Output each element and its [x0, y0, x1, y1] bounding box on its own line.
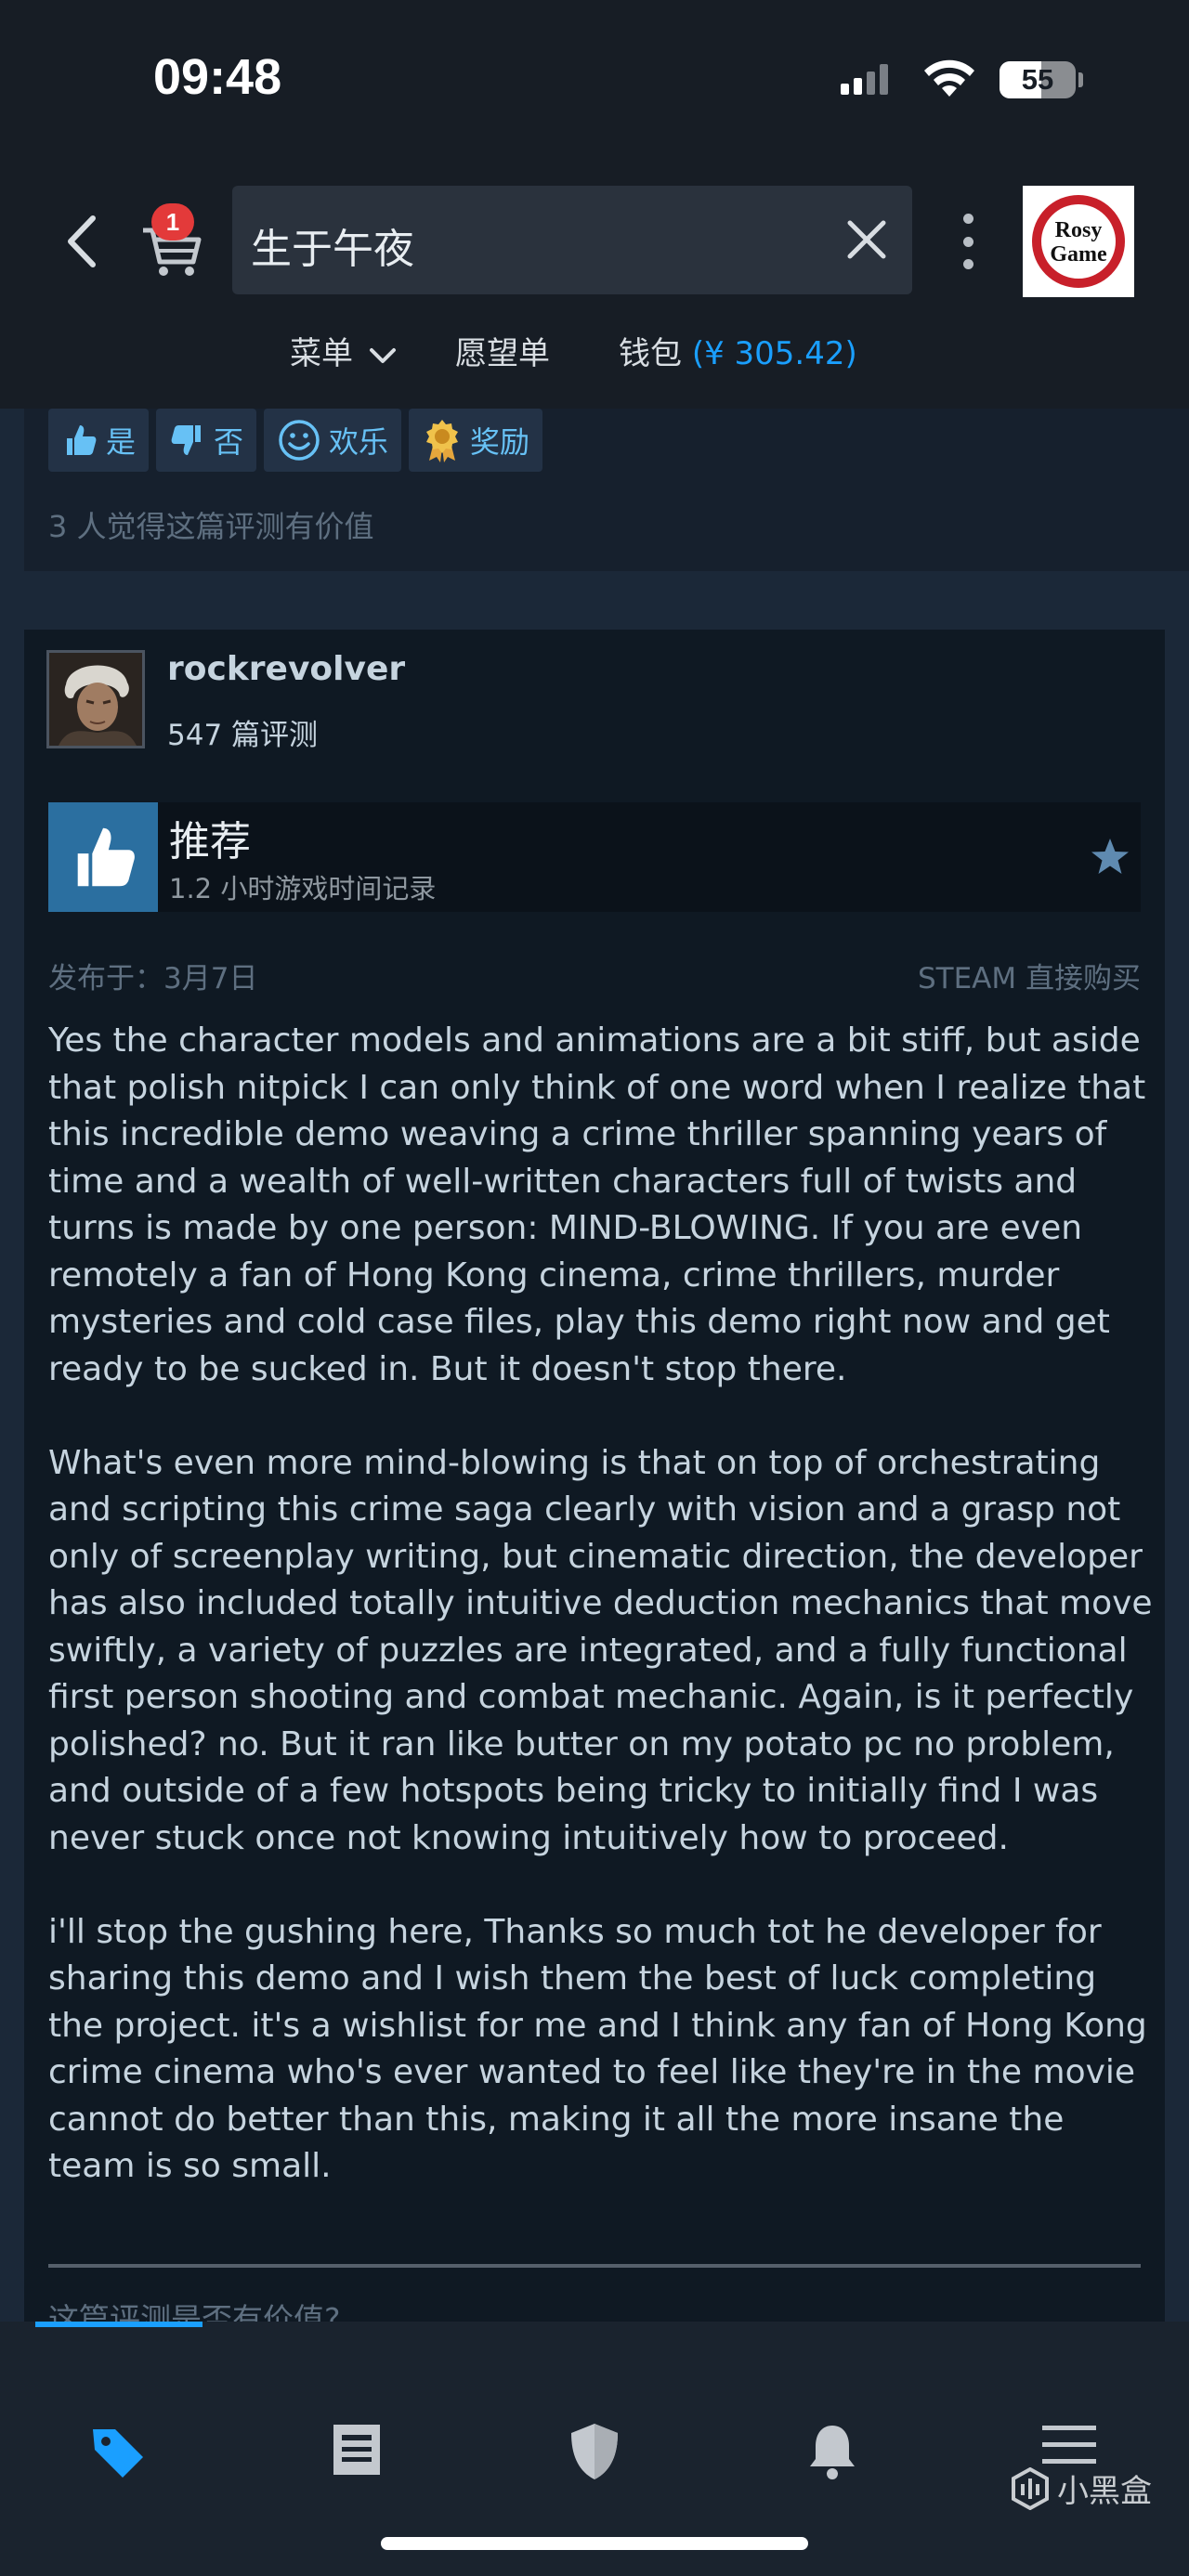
posted-date: 发布于：3月7日 — [48, 962, 258, 995]
battery-cap — [1078, 72, 1083, 87]
wifi-icon — [924, 59, 974, 97]
review-body: Yes the character models and animations … — [48, 1018, 1154, 2237]
shield-icon[interactable] — [568, 2422, 621, 2481]
search-value: 生于午夜 — [251, 226, 414, 273]
review-card: rockrevolver 547 篇评测 推荐 1.2 小时游戏时间记录 发布于… — [24, 630, 1165, 2337]
author-name[interactable]: rockrevolver — [167, 650, 405, 688]
author-review-count: 547 篇评测 — [167, 719, 319, 752]
author-avatar[interactable] — [46, 650, 145, 748]
home-indicator[interactable] — [381, 2537, 808, 2550]
menu-dropdown[interactable]: 菜单 — [290, 328, 397, 373]
wallet-link[interactable]: 钱包 (¥ 305.42) — [619, 328, 857, 373]
battery-level: 55 — [1021, 63, 1054, 96]
wishlist-link[interactable]: 愿望单 — [455, 328, 550, 373]
status-time: 09:48 — [153, 49, 282, 105]
review-paragraph: i'll stop the gushing here, Thanks so mu… — [48, 1912, 1147, 2186]
logo-line-1: Rosy — [1055, 218, 1103, 242]
back-arrow-icon[interactable] — [56, 209, 111, 274]
sub-navigation: 菜单 愿望单 钱包 (¥ 305.42) — [0, 320, 1189, 376]
helpful-count-text: 3 人觉得这篇评测有价值 — [48, 509, 374, 544]
thumbs-up-icon — [67, 425, 97, 455]
thumbs-down-icon — [171, 425, 202, 455]
rate-yes-button[interactable]: 是 — [48, 409, 150, 472]
rate-funny-button[interactable]: 欢乐 — [264, 409, 402, 472]
rate-funny-label: 欢乐 — [329, 424, 389, 460]
thumbs-up-icon — [77, 827, 135, 887]
rate-yes-label: 是 — [106, 424, 137, 460]
award-label: 奖励 — [470, 424, 530, 460]
battery-icon: 55 — [1000, 61, 1076, 98]
review-paragraph: What's even more mind-blowing is that on… — [48, 1443, 1153, 1857]
more-options-icon[interactable] — [957, 214, 979, 269]
close-icon[interactable] — [841, 214, 893, 266]
purchase-source: STEAM 直接购买 — [917, 962, 1141, 995]
wallet-label: 钱包 — [619, 335, 682, 372]
bell-icon[interactable] — [806, 2422, 858, 2481]
watermark: 小黑盒 — [1011, 2465, 1152, 2511]
status-bar: 09:48 55 — [0, 0, 1189, 163]
recommended-badge — [48, 802, 158, 912]
award-button[interactable]: 奖励 — [409, 409, 543, 472]
playtime-hours: 1.2 小时游戏时间记录 — [169, 873, 437, 904]
smiley-icon — [279, 420, 320, 461]
menu-icon[interactable] — [1040, 2422, 1098, 2468]
review-verdict: 推荐 1.2 小时游戏时间记录 — [48, 802, 1141, 912]
search-input[interactable]: 生于午夜 — [232, 186, 912, 294]
xiaoheihe-logo-icon — [1012, 2466, 1049, 2510]
wallet-balance: (¥ 305.42) — [691, 335, 857, 372]
chevron-down-icon — [369, 347, 396, 363]
star-icon — [1091, 839, 1129, 874]
cellular-signal-icon — [841, 63, 888, 95]
app-header: 1 生于午夜 Rosy Game 菜单 愿望单 钱包 (¥ 305.42) — [0, 163, 1189, 409]
review-rating-buttons: 是 否 欢乐 奖励 — [48, 409, 543, 472]
logo-line-2: Game — [1050, 242, 1107, 267]
review-paragraph: Yes the character models and animations … — [48, 1021, 1146, 1388]
rosy-game-logo: Rosy Game — [1032, 195, 1125, 288]
user-avatar[interactable]: Rosy Game — [1023, 186, 1134, 297]
rate-no-label: 否 — [214, 424, 244, 460]
award-icon — [426, 420, 459, 462]
verdict-title: 推荐 — [169, 818, 251, 865]
previous-review-footer: 是 否 欢乐 奖励 3 人觉得这篇评测有价值 — [24, 409, 1189, 571]
divider — [48, 2264, 1141, 2268]
menu-label: 菜单 — [290, 335, 353, 372]
rate-no-button[interactable]: 否 — [156, 409, 257, 472]
active-tab-indicator — [35, 2322, 203, 2327]
cart-count-badge: 1 — [151, 203, 194, 241]
news-icon[interactable] — [331, 2422, 383, 2478]
watermark-text: 小黑盒 — [1057, 2473, 1152, 2510]
author-portrait — [49, 653, 142, 746]
store-tag-icon[interactable] — [87, 2422, 149, 2483]
